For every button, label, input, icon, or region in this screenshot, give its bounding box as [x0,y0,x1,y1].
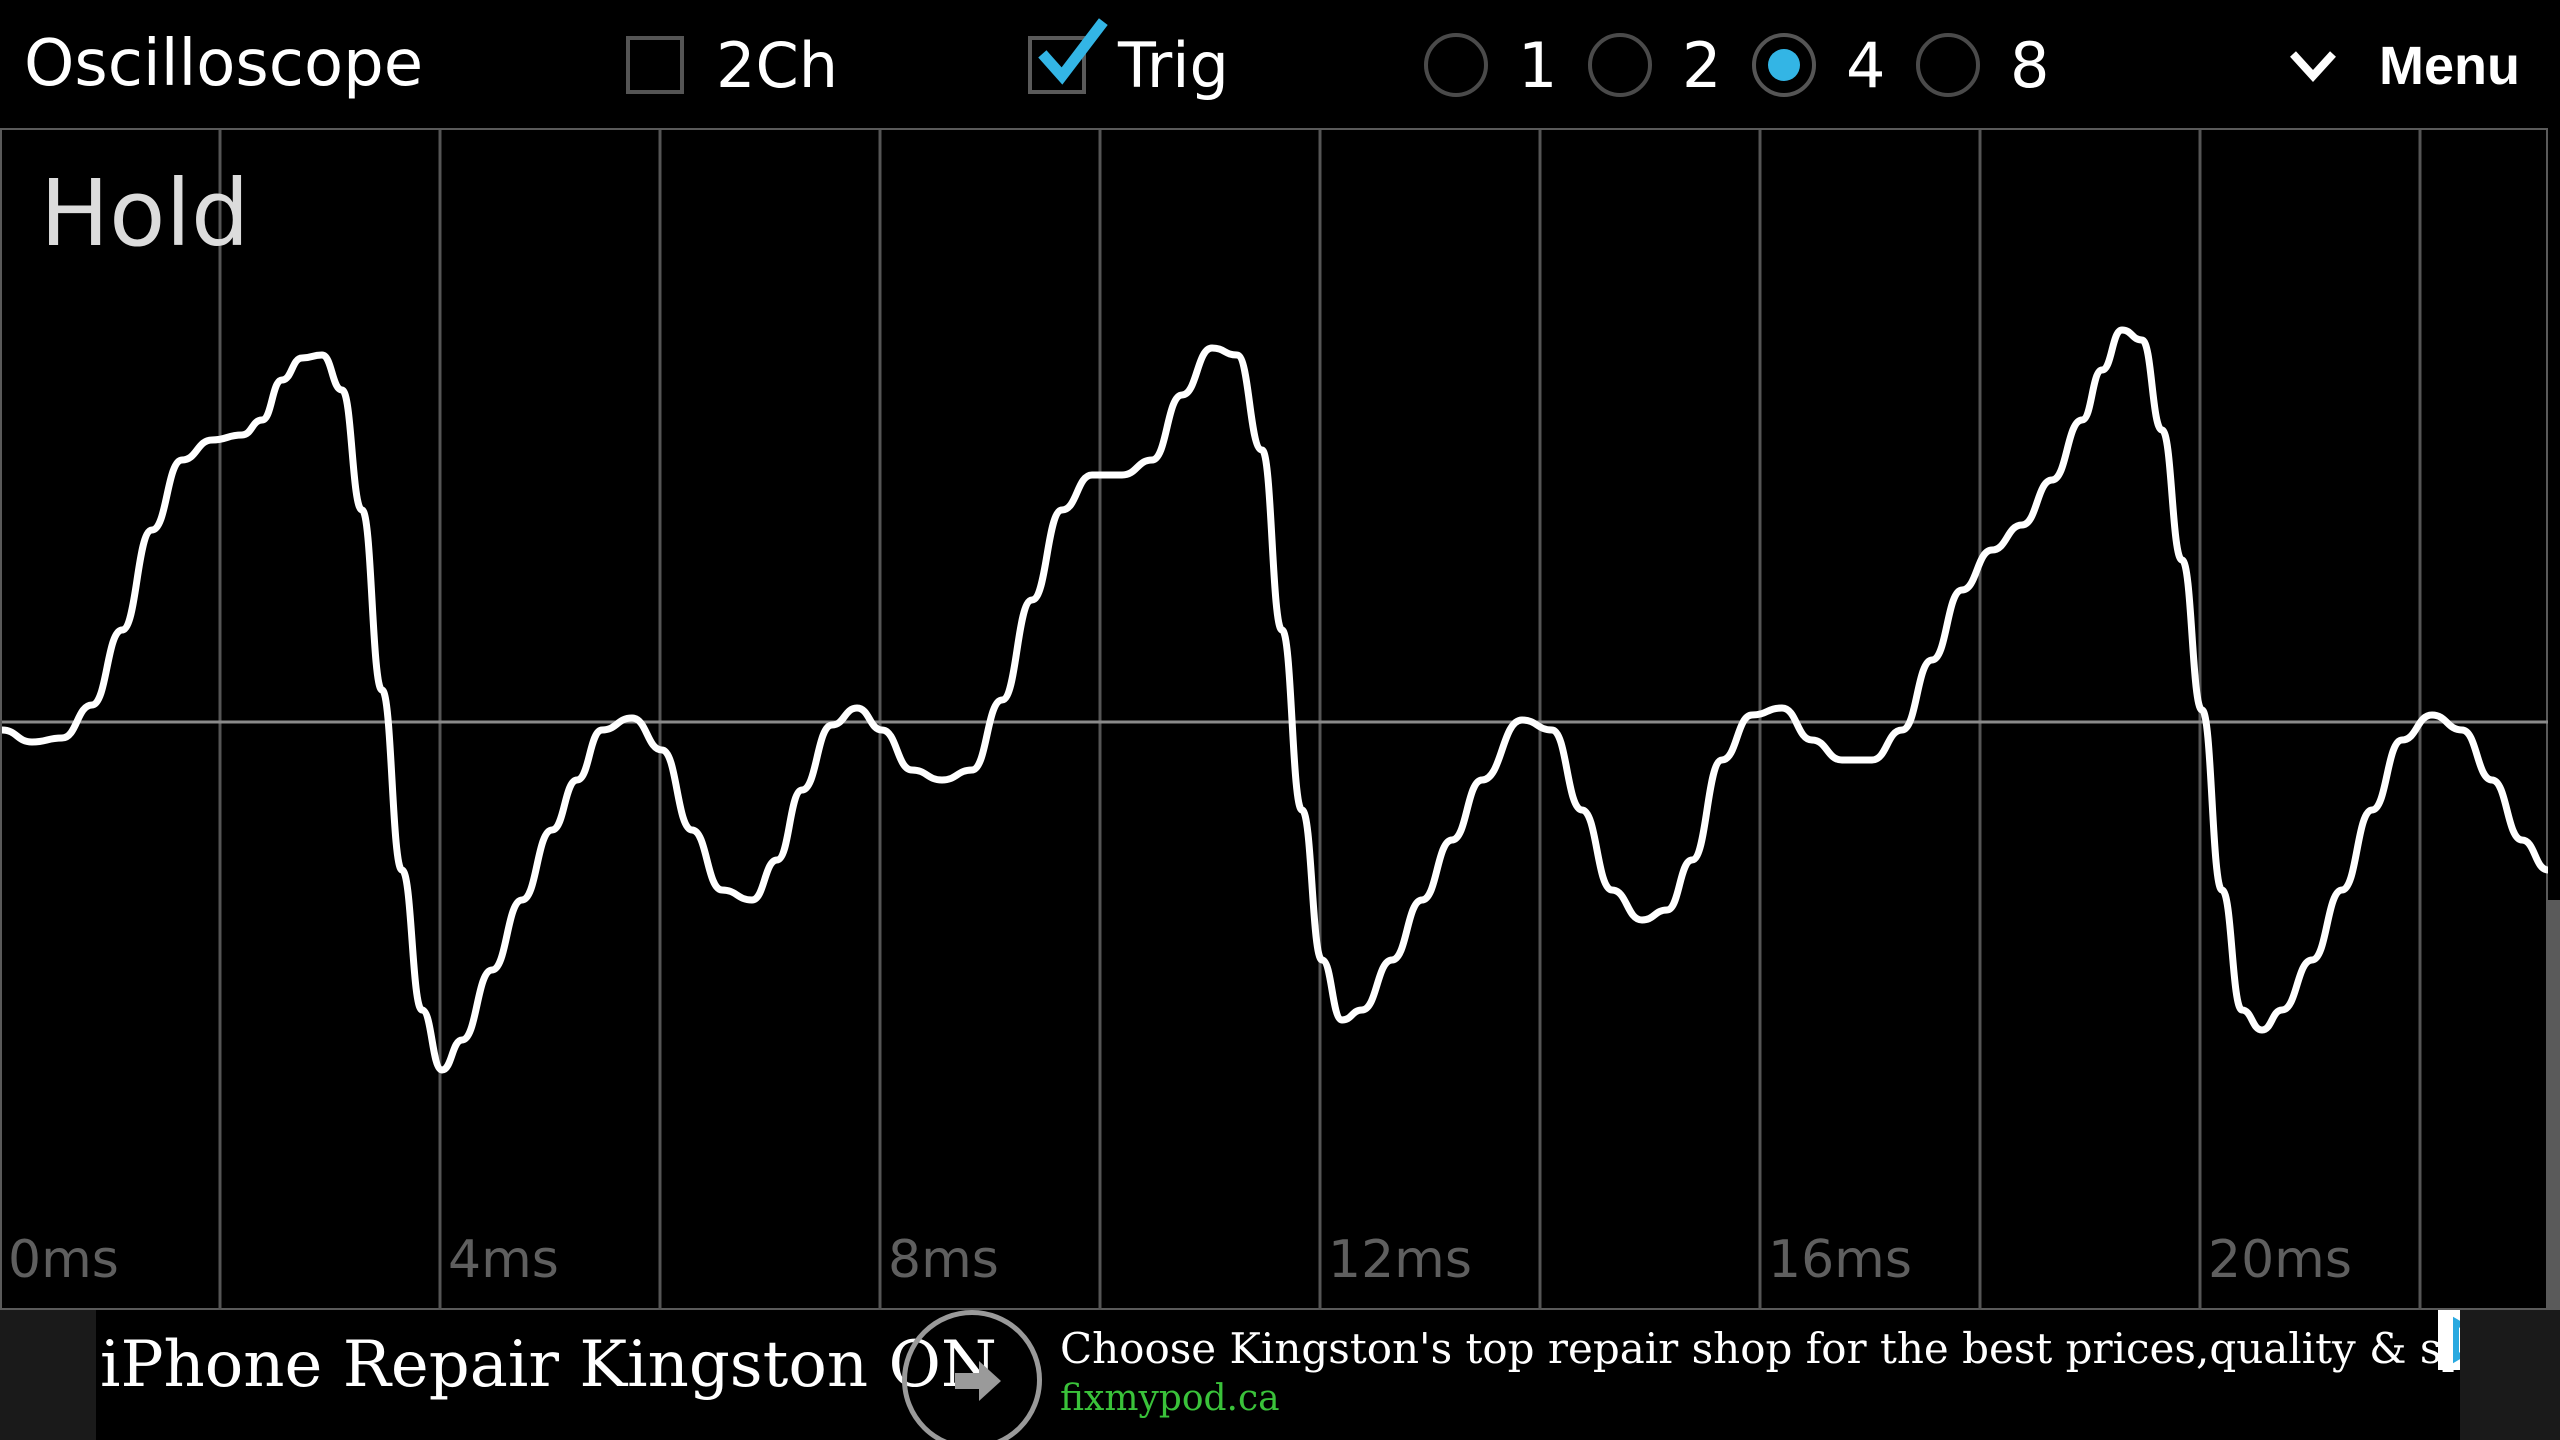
gain-option-8[interactable]: 8 [1916,22,2049,108]
adchoices-icon [2453,1316,2460,1364]
gain-radio-8[interactable] [1916,33,1980,97]
trigger-toggle[interactable]: Trig [1028,18,1229,110]
scope-display[interactable]: Hold 0ms 4ms 8ms 12ms 16ms 20ms [0,128,2548,1310]
gain-radio-1[interactable] [1424,33,1488,97]
gain-label-4: 4 [1846,28,1886,102]
gain-label-1: 1 [1518,28,1558,102]
time-label-5: 20ms [2208,1230,2352,1290]
time-label-2: 8ms [888,1230,999,1290]
gain-option-4[interactable]: 4 [1752,22,1885,108]
ad-title[interactable]: iPhone Repair Kingston ON [100,1328,997,1402]
time-label-1: 4ms [448,1230,559,1290]
chevron-down-icon [2290,51,2336,82]
action-bar: Oscilloscope 2Ch Trig 1 2 4 8 Menu [0,0,2560,128]
signal-trace [2,326,2548,1074]
trigger-checkbox[interactable] [1028,18,1108,94]
two-channel-label: 2Ch [716,28,839,102]
gain-option-1[interactable]: 1 [1424,22,1557,108]
checkmark-icon [1038,18,1108,85]
ad-url[interactable]: fixmypod.ca [1060,1378,1280,1419]
ad-banner[interactable]: iPhone Repair Kingston ON Choose Kingsto… [0,1310,2560,1440]
arrow-right-icon [955,1361,1001,1401]
ad-content[interactable]: iPhone Repair Kingston ON Choose Kingsto… [96,1310,2460,1440]
menu-label: Menu [2379,36,2520,96]
time-label-0: 0ms [8,1230,119,1290]
gain-radio-4[interactable] [1752,33,1816,97]
grid-lines [218,130,2422,1310]
trigger-label: Trig [1118,28,1229,102]
app-title: Oscilloscope [24,27,424,101]
gain-label-8: 8 [2010,28,2050,102]
menu-button[interactable]: Menu [2287,24,2520,108]
adchoices-button[interactable] [2438,1310,2460,1370]
ad-go-button[interactable] [902,1310,1042,1440]
ad-description[interactable]: Choose Kingston's top repair shop for th… [1060,1324,2460,1373]
two-channel-toggle[interactable]: 2Ch [626,20,838,110]
time-label-3: 12ms [1328,1230,1472,1290]
time-label-4: 16ms [1768,1230,1912,1290]
gain-radio-2[interactable] [1588,33,1652,97]
gain-label-2: 2 [1682,28,1722,102]
scrollbar[interactable] [2548,900,2560,1310]
hold-status: Hold [40,160,250,267]
scope-graph [2,130,2548,1310]
gain-option-2[interactable]: 2 [1588,22,1721,108]
two-channel-checkbox[interactable] [626,36,684,94]
